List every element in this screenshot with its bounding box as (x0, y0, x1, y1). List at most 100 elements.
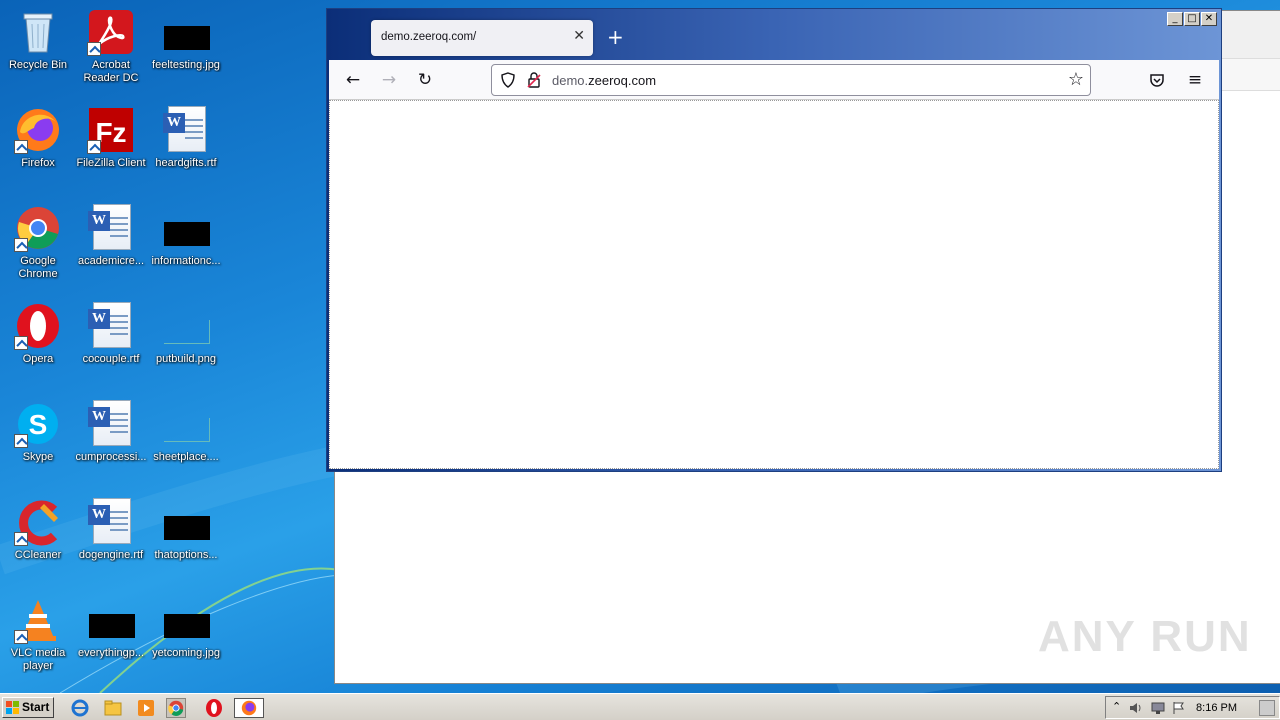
desktop-icon-label: Firefox (21, 157, 55, 169)
shortcut-arrow-icon (87, 140, 101, 154)
filezilla-icon: Fz (87, 106, 135, 154)
desktop-icon-label: academicre... (77, 255, 145, 267)
opera-icon (14, 302, 62, 350)
recycle-bin-icon (14, 8, 62, 56)
tab-active[interactable]: demo.zeeroq.com/ ✕ (371, 20, 593, 56)
show-hidden-icons-icon[interactable]: ⌃ (1112, 700, 1121, 713)
window-controls: _ □ ✕ (1167, 12, 1217, 26)
shortcut-arrow-icon (14, 630, 28, 644)
desktop-icon-label: yetcoming.jpg (152, 647, 220, 659)
desktop-icon-heardgifts[interactable]: W heardgifts.rtf (148, 102, 224, 192)
shortcut-arrow-icon (14, 532, 28, 546)
shortcut-arrow-icon (14, 434, 28, 448)
desktop-icon-feeltesting[interactable]: feeltesting.jpg (148, 4, 224, 94)
folder-icon[interactable] (103, 698, 123, 718)
desktop-icon-informationc[interactable]: informationc... (148, 200, 224, 290)
anyrun-watermark: ANY RUN (1038, 612, 1252, 661)
media-player-icon[interactable] (136, 698, 156, 718)
close-window-button[interactable]: ✕ (1201, 12, 1217, 26)
insecure-lock-icon[interactable] (526, 71, 542, 89)
app-menu-button[interactable]: ≡ (1185, 70, 1205, 90)
skype-icon: S (14, 400, 62, 448)
desktop-icon-vlc[interactable]: VLC media player (0, 592, 76, 682)
internet-explorer-icon[interactable] (70, 698, 90, 718)
shield-icon[interactable] (500, 72, 516, 88)
chrome-taskbar-icon[interactable] (166, 698, 186, 718)
desktop-icon-thatoptions[interactable]: thatoptions... (148, 494, 224, 584)
desktop-icon-label: heardgifts.rtf (155, 157, 217, 169)
url-host-main: zeeroq.com (588, 73, 657, 88)
desktop-icon-acrobat-reader[interactable]: Acrobat Reader DC (73, 4, 149, 94)
desktop-icon-recycle-bin[interactable]: Recycle Bin (0, 4, 76, 94)
image-file-icon (162, 302, 210, 350)
ccleaner-icon (14, 498, 62, 546)
minimize-button[interactable]: _ (1167, 12, 1183, 26)
word-document-icon: W (162, 106, 210, 154)
firefox-window[interactable]: _ □ ✕ demo.zeeroq.com/ ✕ + ← → ↻ demo.ze… (326, 8, 1222, 472)
desktop-icon-putbuild[interactable]: putbuild.png (148, 298, 224, 388)
firefox-taskbar-icon[interactable] (234, 698, 264, 718)
svg-text:S: S (29, 409, 48, 440)
word-document-icon: W (87, 204, 135, 252)
taskbar: Start ⌃ 8:16 PM (0, 693, 1280, 720)
start-label: Start (22, 700, 50, 714)
image-file-icon (162, 8, 210, 56)
url-host-prefix: demo. (552, 73, 589, 88)
clock[interactable]: 8:16 PM (1196, 702, 1237, 714)
desktop-icon-label: cumprocessi... (75, 451, 147, 463)
desktop-icon-academicre[interactable]: W academicre... (73, 200, 149, 290)
desktop-icon-label: VLC media player (10, 647, 66, 672)
desktop-icon-ccleaner[interactable]: CCleaner (0, 494, 76, 584)
show-desktop-button[interactable] (1259, 700, 1275, 716)
desktop-icon-everythingp[interactable]: everythingp... (73, 592, 149, 682)
maximize-button[interactable]: □ (1184, 12, 1200, 26)
desktop-icon-dogengine[interactable]: W dogengine.rtf (73, 494, 149, 584)
shortcut-arrow-icon (14, 238, 28, 252)
desktop-icon-label: Google Chrome (18, 255, 58, 280)
desktop-icon-label: dogengine.rtf (78, 549, 144, 561)
desktop-icon-opera[interactable]: Opera (0, 298, 76, 388)
image-file-icon (162, 596, 210, 644)
network-icon[interactable] (1150, 701, 1166, 715)
desktop-icon-skype[interactable]: S Skype (0, 396, 76, 486)
image-file-icon (162, 204, 210, 252)
url-bar[interactable]: demo.zeeroq.com ☆ (491, 64, 1091, 96)
navigation-toolbar: ← → ↻ demo.zeeroq.com ☆ ≡ (329, 60, 1219, 100)
desktop-icon-cocouple[interactable]: W cocouple.rtf (73, 298, 149, 388)
image-file-icon (87, 596, 135, 644)
back-button[interactable]: ← (343, 70, 363, 90)
opera-taskbar-icon[interactable] (204, 698, 224, 718)
page-content[interactable] (329, 100, 1219, 469)
action-center-flag-icon[interactable] (1172, 701, 1186, 715)
desktop-icon-yetcoming[interactable]: yetcoming.jpg (148, 592, 224, 682)
reload-button[interactable]: ↻ (415, 70, 435, 90)
pocket-icon[interactable] (1149, 72, 1165, 88)
volume-icon[interactable] (1128, 701, 1144, 715)
tab-close-icon[interactable]: ✕ (573, 28, 585, 44)
desktop-icon-label: informationc... (151, 255, 221, 267)
bookmark-star-icon[interactable]: ☆ (1068, 69, 1084, 90)
word-document-icon: W (87, 400, 135, 448)
chrome-icon (14, 204, 62, 252)
desktop-icon-label: Recycle Bin (8, 59, 68, 71)
tab-title: demo.zeeroq.com/ (381, 31, 477, 43)
desktop-icon-label: everythingp... (77, 647, 145, 659)
tab-strip: demo.zeeroq.com/ ✕ + (331, 13, 1141, 61)
desktop-icon-label: feeltesting.jpg (152, 59, 220, 71)
desktop-icon-label: Acrobat Reader DC (83, 59, 139, 84)
new-tab-button[interactable]: + (607, 25, 624, 49)
start-button[interactable]: Start (2, 697, 54, 718)
desktop-icon-filezilla[interactable]: Fz FileZilla Client (73, 102, 149, 192)
desktop-icon-label: Skype (22, 451, 54, 463)
acrobat-icon (87, 8, 135, 56)
desktop-icon-google-chrome[interactable]: Google Chrome (0, 200, 76, 290)
desktop-icon-cumprocessi[interactable]: W cumprocessi... (73, 396, 149, 486)
forward-button[interactable]: → (379, 70, 399, 90)
desktop-icon-label: FileZilla Client (76, 157, 146, 169)
shortcut-arrow-icon (14, 140, 28, 154)
firefox-icon (14, 106, 62, 154)
image-file-icon (162, 400, 210, 448)
desktop-icon-sheetplace[interactable]: sheetplace.... (148, 396, 224, 486)
url-text[interactable]: demo.zeeroq.com (552, 73, 656, 88)
desktop-icon-firefox[interactable]: Firefox (0, 102, 76, 192)
